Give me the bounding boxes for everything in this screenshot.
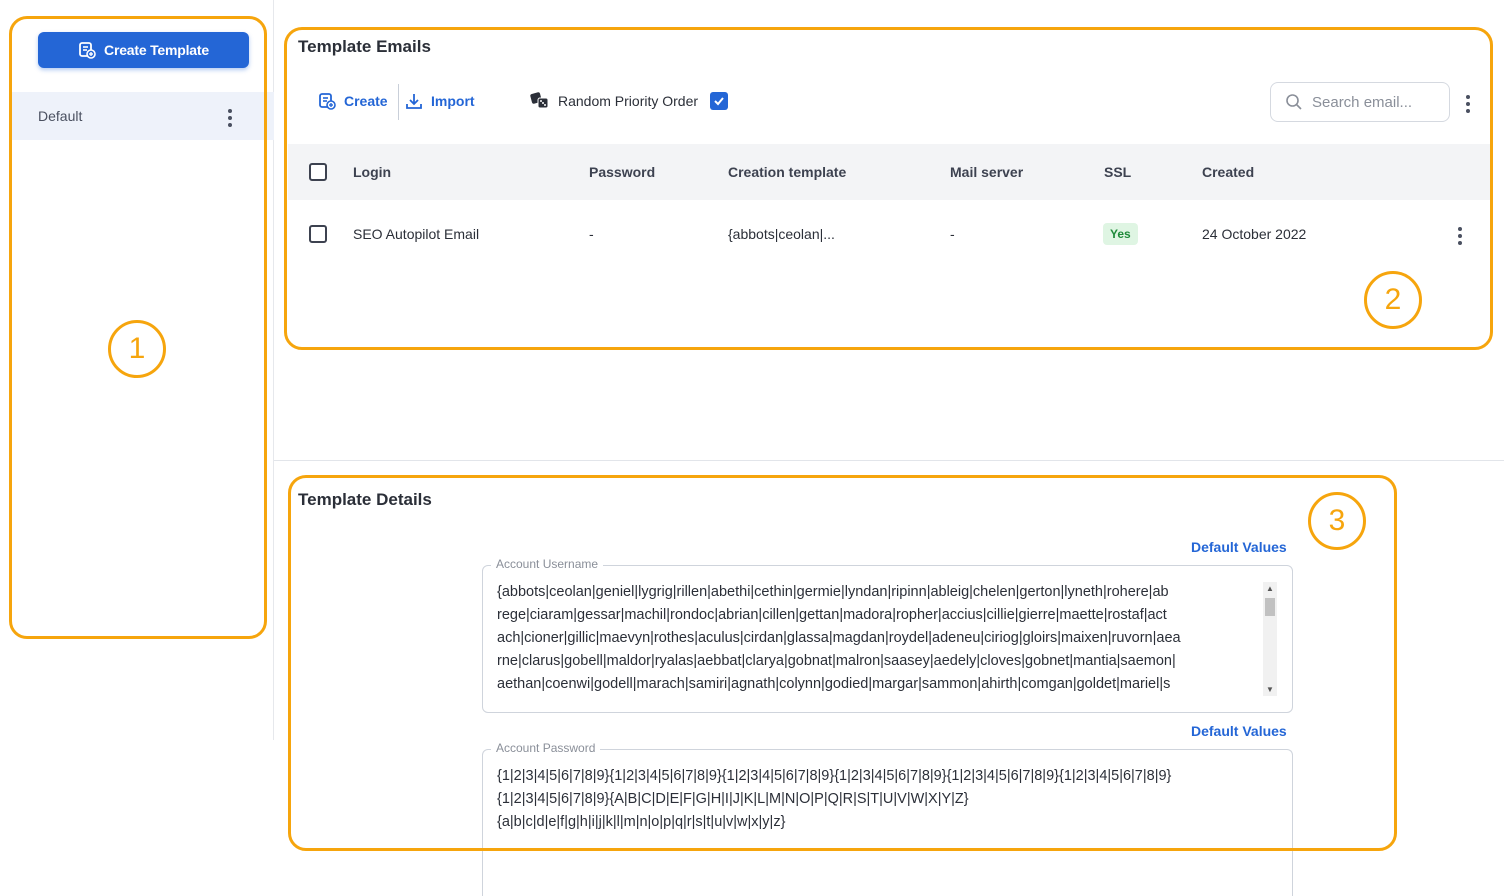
column-login[interactable]: Login <box>353 164 391 180</box>
search-email-field[interactable] <box>1270 82 1450 122</box>
row-created: 24 October 2022 <box>1202 226 1307 242</box>
column-ssl[interactable]: SSL <box>1104 164 1131 180</box>
username-default-values-link[interactable]: Default Values <box>1191 539 1287 555</box>
check-icon <box>714 97 724 106</box>
password-line: {a|b|c|d|e|f|g|h|i|j|k|l|m|n|o|p|q|r|s|t… <box>497 814 786 830</box>
sidebar-item-label: Default <box>38 108 83 124</box>
account-password-value[interactable]: {1|2|3|4|5|6|7|8|9}{1|2|3|4|5|6|7|8|9}{1… <box>497 765 1277 834</box>
random-priority-label: Random Priority Order <box>558 93 699 109</box>
create-template-label: Create Template <box>104 42 209 58</box>
row-mail-server: - <box>950 226 955 242</box>
sidebar-item-default[interactable]: Default <box>12 92 274 140</box>
template-icon <box>319 93 336 110</box>
username-line: rege|ciaram|gessar|machil|rondoc|abrian|… <box>497 607 1167 623</box>
search-icon <box>1286 94 1302 110</box>
password-line: {1|2|3|4|5|6|7|8|9}{A|B|C|D|E|F|G|H|I|J|… <box>497 791 969 807</box>
column-creation-template[interactable]: Creation template <box>728 164 846 180</box>
username-line: aethan|coenwi|godell|marach|samiri|agnat… <box>497 676 1171 692</box>
more-options-icon[interactable] <box>1464 95 1472 113</box>
ssl-status-badge: Yes <box>1103 223 1138 245</box>
table-header <box>288 144 1490 200</box>
column-mail-server[interactable]: Mail server <box>950 164 1023 180</box>
section-divider <box>274 460 1504 461</box>
password-line: {1|2|3|4|5|6|7|8|9}{1|2|3|4|5|6|7|8|9}{1… <box>497 768 1172 784</box>
account-password-legend: Account Password <box>491 741 601 755</box>
create-email-label: Create <box>344 93 388 109</box>
search-email-input[interactable] <box>1312 93 1442 111</box>
row-login: SEO Autopilot Email <box>353 226 480 242</box>
username-line: ach|cioner|gillic|maevyn|rothes|aculus|c… <box>497 630 1181 646</box>
random-priority-checkbox[interactable] <box>710 92 729 110</box>
username-line: rne|clarus|gobell|maldor|ryalas|aebbat|c… <box>497 653 1176 669</box>
callout-number-2: 2 <box>1364 271 1422 329</box>
template-emails-title: Template Emails <box>298 37 431 56</box>
row-checkbox[interactable] <box>309 225 327 243</box>
import-label: Import <box>431 93 475 109</box>
column-created[interactable]: Created <box>1202 164 1254 180</box>
download-icon <box>406 94 422 109</box>
dice-icon <box>530 92 549 109</box>
row-more-options-icon[interactable] <box>1456 227 1464 245</box>
scrollbar-thumb[interactable] <box>1265 598 1275 616</box>
create-email-button[interactable]: Create <box>318 92 388 110</box>
template-details-title: Template Details <box>298 490 432 509</box>
callout-number-1: 1 <box>108 320 166 378</box>
username-scrollbar[interactable]: ▲ ▼ <box>1263 582 1277 696</box>
template-icon <box>79 42 96 59</box>
row-password: - <box>589 226 594 242</box>
row-creation-template: {abbots|ceolan|... <box>728 226 835 242</box>
password-default-values-link[interactable]: Default Values <box>1191 723 1287 739</box>
column-password[interactable]: Password <box>589 164 655 180</box>
scroll-down-icon[interactable]: ▼ <box>1266 685 1274 694</box>
random-priority-toggle[interactable]: Random Priority Order <box>530 92 729 110</box>
account-username-legend: Account Username <box>491 557 604 571</box>
create-template-button[interactable]: Create Template <box>38 32 249 68</box>
account-username-value[interactable]: {abbots|ceolan|geniel|lygrig|rillen|abet… <box>497 581 1261 696</box>
toolbar-divider <box>398 84 399 120</box>
scroll-up-icon[interactable]: ▲ <box>1266 584 1274 593</box>
select-all-checkbox[interactable] <box>309 163 327 181</box>
more-options-icon[interactable] <box>226 109 234 127</box>
import-button[interactable]: Import <box>405 92 475 110</box>
username-line: {abbots|ceolan|geniel|lygrig|rillen|abet… <box>497 584 1169 600</box>
callout-number-3: 3 <box>1308 492 1366 550</box>
